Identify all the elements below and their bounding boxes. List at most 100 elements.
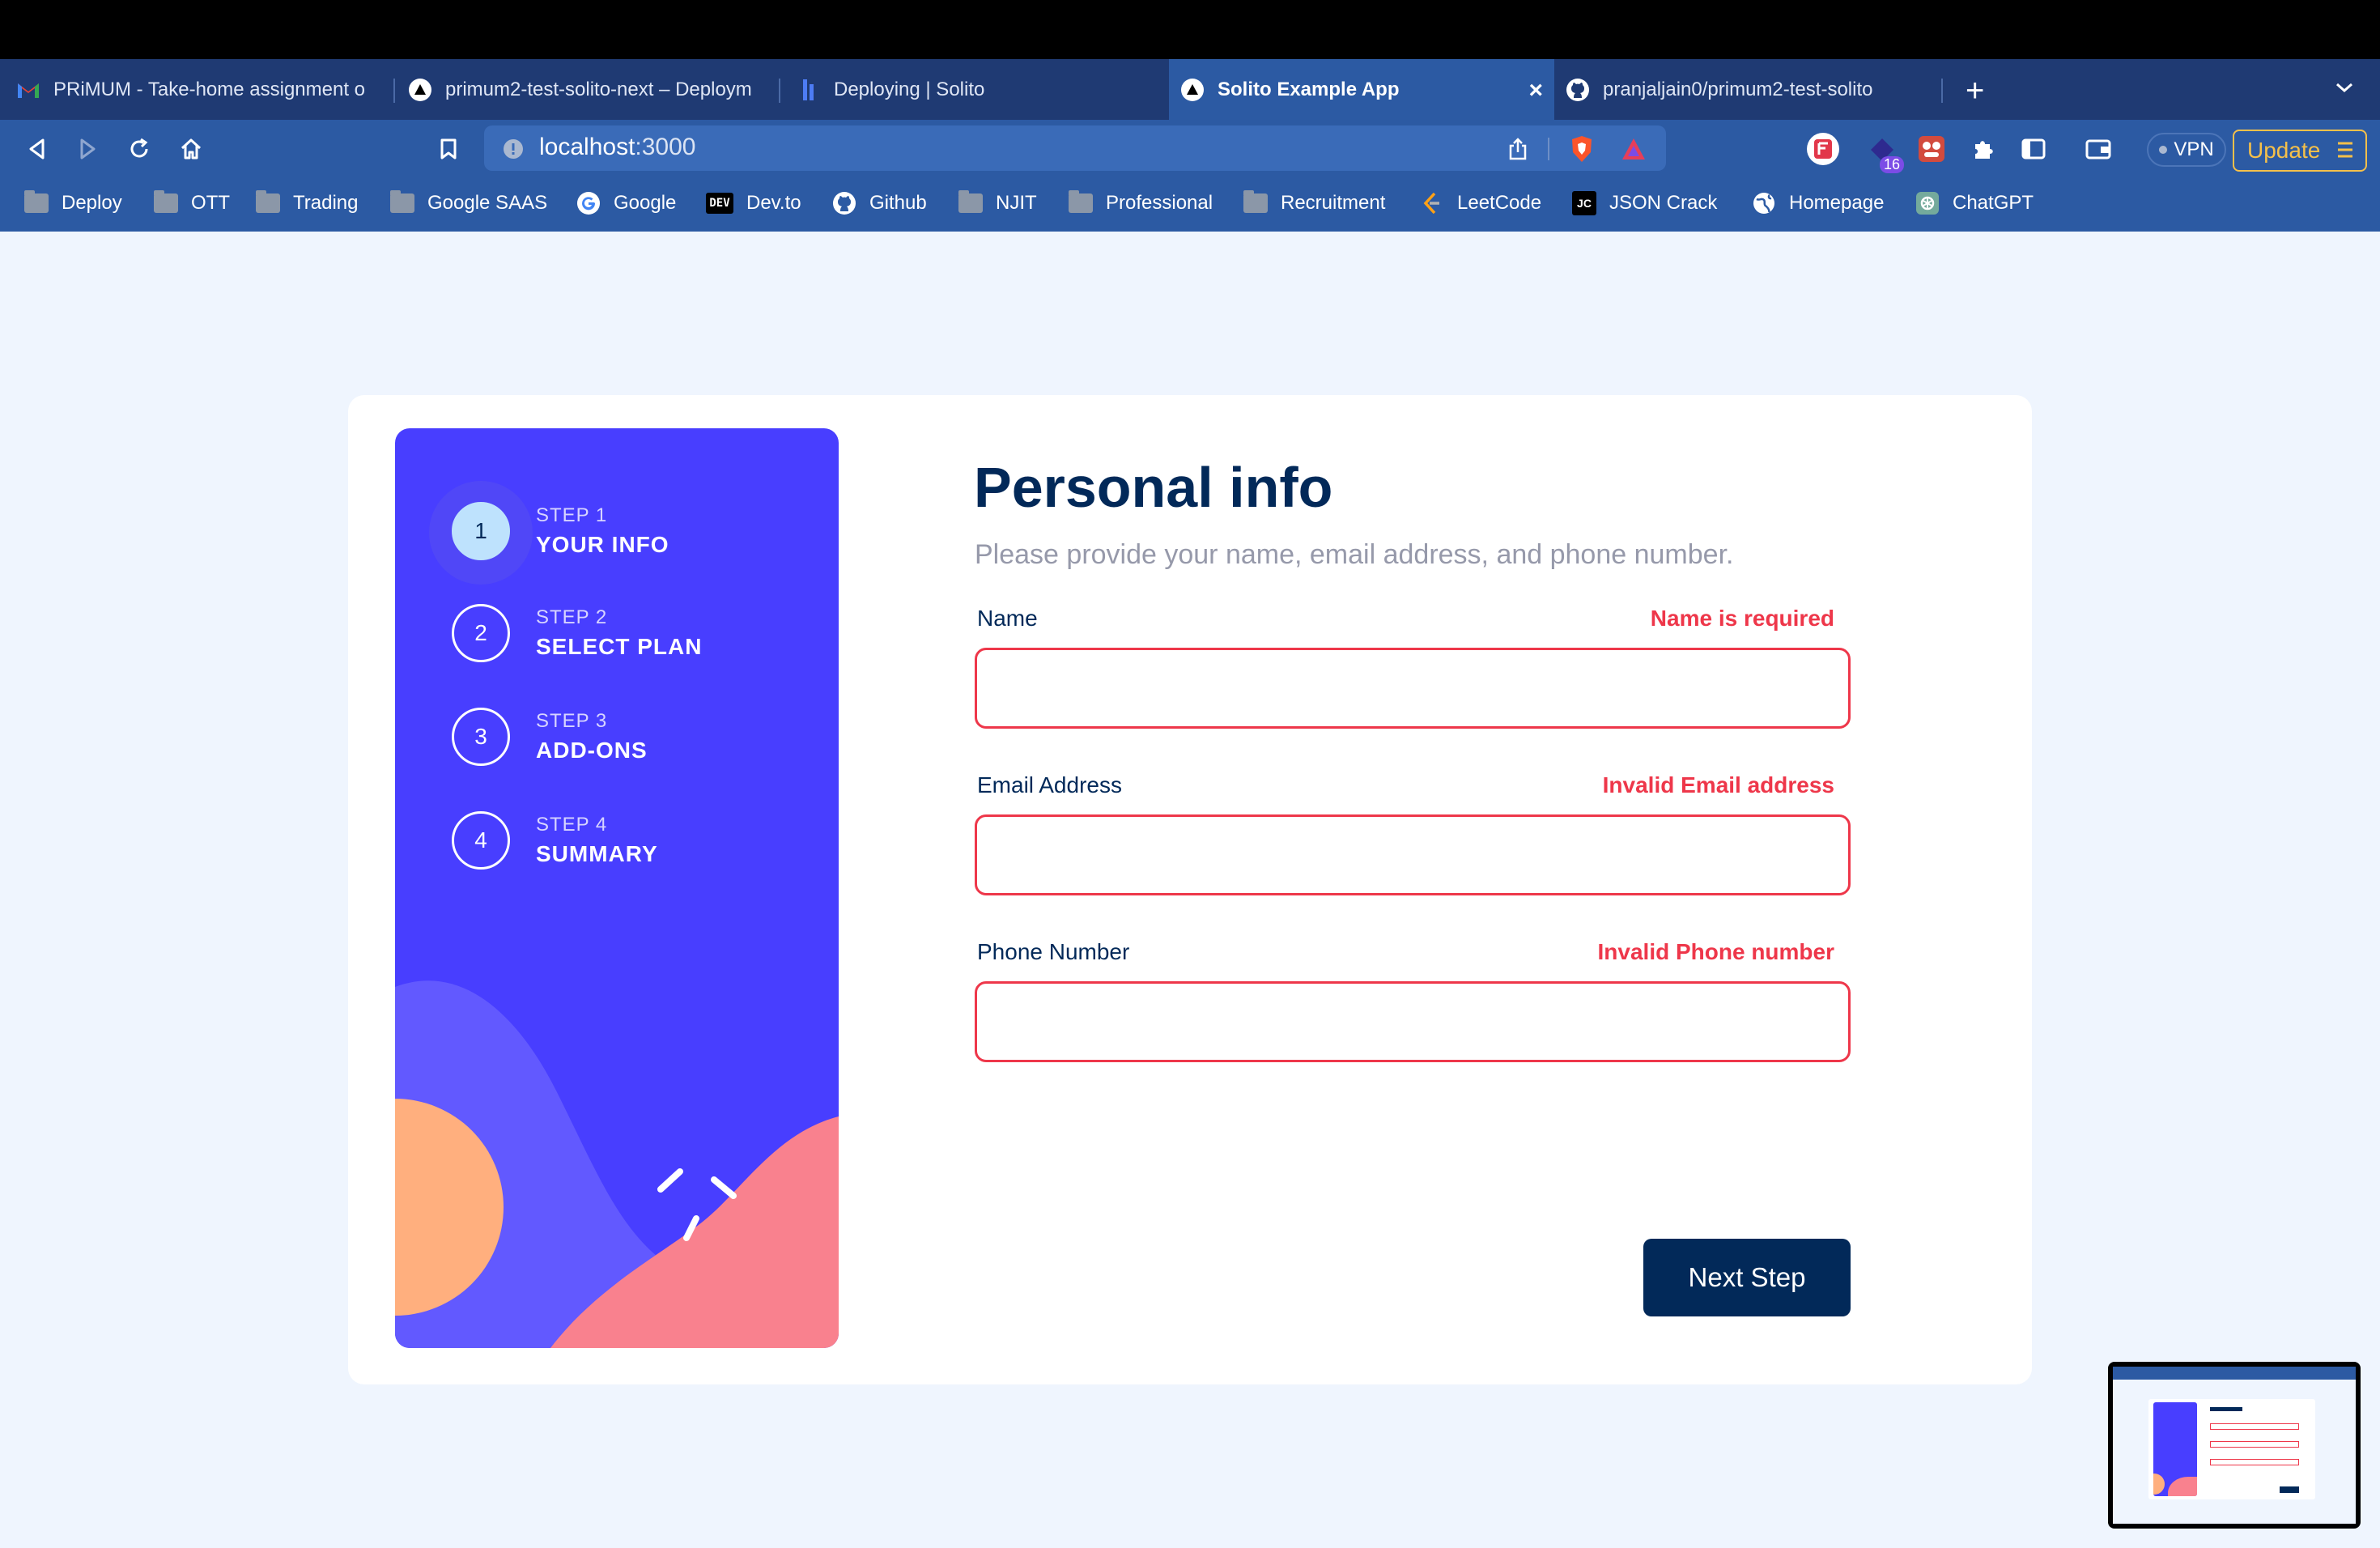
folder-icon — [154, 190, 178, 215]
update-label: Update — [2247, 138, 2321, 163]
url-port: :3000 — [635, 134, 696, 160]
tab-title: primum2-test-solito-next – Deploym — [445, 78, 752, 100]
tab-github-repo[interactable]: pranjaljain0/primum2-test-solito — [1566, 59, 1906, 120]
tab-title: PRiMUM - Take-home assignment o — [53, 78, 366, 100]
step-caption: STEP 3 — [536, 710, 608, 732]
phone-label: Phone Number — [977, 939, 1130, 964]
bookmark-label: Recruitment — [1281, 192, 1386, 214]
bookmark-label: JSON Crack — [1609, 192, 1718, 214]
step-number-circle: 2 — [452, 604, 510, 662]
brave-rewards-icon[interactable] — [1617, 133, 1650, 165]
tab-solito-example[interactable]: Solito Example App × — [1169, 59, 1554, 120]
extension-red-icon[interactable] — [1804, 130, 1842, 168]
solito-icon — [797, 78, 821, 102]
tab-title: Deploying | Solito — [834, 78, 985, 100]
site-info-icon[interactable] — [500, 136, 526, 162]
folder-icon — [24, 190, 49, 215]
bookmark-label: Homepage — [1789, 192, 1885, 214]
folder-icon — [958, 190, 983, 215]
step-caption: STEP 1 — [536, 504, 608, 526]
bookmark-label: Trading — [293, 192, 359, 214]
chatgpt-icon — [1915, 191, 1940, 215]
screenshot-preview-thumbnail[interactable] — [2108, 1362, 2361, 1529]
bookmark-devto[interactable]: DEV Dev.to — [706, 187, 801, 219]
screen-top-bar — [0, 0, 2380, 59]
new-tab-button[interactable]: + — [1966, 74, 1984, 107]
bookmark-label: Deploy — [62, 192, 122, 214]
step-name: SUMMARY — [536, 841, 658, 866]
step-item-2[interactable]: 2 STEP 2 SELECT PLAN — [452, 604, 702, 662]
bookmark-deploy[interactable]: Deploy — [24, 187, 122, 219]
step-item-4[interactable]: 4 STEP 4 SUMMARY — [452, 811, 658, 870]
bookmark-recruitment[interactable]: Recruitment — [1243, 187, 1385, 219]
bookmark-ott[interactable]: OTT — [154, 187, 230, 219]
extensions-puzzle-icon[interactable] — [1967, 133, 2000, 165]
url-text[interactable]: localhost:3000 — [539, 134, 695, 161]
hamburger-menu-icon — [2336, 139, 2354, 166]
forward-icon[interactable] — [73, 134, 102, 164]
folder-icon — [1069, 190, 1093, 215]
brave-shields-icon[interactable] — [1566, 133, 1598, 165]
tab-title: Solito Example App — [1218, 78, 1400, 100]
extension-badge-count: 16 — [1879, 156, 1904, 173]
bookmark-trading[interactable]: Trading — [256, 187, 358, 219]
step-item-3[interactable]: 3 STEP 3 ADD-ONS — [452, 708, 648, 766]
url-host: localhost — [539, 134, 635, 160]
bookmark-icon[interactable] — [434, 134, 463, 164]
bookmark-google[interactable]: Google — [576, 187, 676, 219]
tab-separator — [393, 79, 395, 103]
step-item-1[interactable]: 1 STEP 1 YOUR INFO — [452, 502, 669, 560]
bookmark-json-crack[interactable]: JC JSON Crack — [1572, 187, 1717, 219]
bookmark-njit[interactable]: NJIT — [958, 187, 1037, 219]
bookmark-label: LeetCode — [1457, 192, 1542, 214]
bookmark-chatgpt[interactable]: ChatGPT — [1915, 187, 2034, 219]
name-label: Name — [977, 606, 1038, 631]
step-name: YOUR INFO — [536, 532, 669, 557]
tab-search-chevron-icon[interactable] — [2335, 81, 2354, 98]
sidebar-toggle-icon[interactable] — [2017, 133, 2050, 165]
folder-icon — [1243, 190, 1268, 215]
close-tab-icon[interactable]: × — [1528, 77, 1543, 104]
folder-icon — [256, 190, 280, 215]
tab-title: pranjaljain0/primum2-test-solito — [1603, 78, 1873, 100]
bookmark-label: ChatGPT — [1953, 192, 2034, 214]
tab-solito-docs[interactable]: Deploying | Solito — [797, 59, 1153, 120]
bookmark-homepage[interactable]: Homepage — [1752, 187, 1884, 219]
tab-vercel-deploy[interactable]: primum2-test-solito-next – Deploym — [408, 59, 774, 120]
email-input[interactable] — [975, 814, 1851, 895]
step-number-circle: 1 — [452, 502, 510, 560]
bookmark-github[interactable]: Github — [832, 187, 927, 219]
share-icon[interactable] — [1504, 134, 1532, 164]
jsoncrack-icon: JC — [1572, 191, 1596, 215]
bookmark-google-saas[interactable]: Google SAAS — [390, 187, 547, 219]
step-caption: STEP 2 — [536, 606, 608, 628]
extension-badge-icon[interactable]: 16 — [1860, 130, 1904, 173]
vpn-button[interactable]: VPN — [2147, 133, 2226, 167]
email-error: Invalid Email address — [1602, 772, 1834, 797]
page-subtitle: Please provide your name, email address,… — [975, 539, 1734, 570]
step-name: ADD-ONS — [536, 738, 648, 763]
step-number-circle: 3 — [452, 708, 510, 766]
phone-input[interactable] — [975, 981, 1851, 1062]
bookmark-label: NJIT — [996, 192, 1037, 214]
devto-icon: DEV — [706, 193, 733, 214]
next-step-button[interactable]: Next Step — [1643, 1239, 1851, 1316]
gmail-icon — [16, 78, 40, 102]
wallet-icon[interactable] — [2080, 133, 2116, 165]
bookmark-label: Google SAAS — [427, 192, 548, 214]
bookmark-label: Professional — [1106, 192, 1213, 214]
bookmark-professional[interactable]: Professional — [1069, 187, 1213, 219]
tab-separator — [779, 79, 780, 103]
name-input[interactable] — [975, 648, 1851, 729]
reload-icon[interactable] — [125, 134, 154, 164]
update-button[interactable]: Update — [2233, 130, 2367, 172]
back-icon[interactable] — [23, 134, 52, 164]
bookmark-label: OTT — [191, 192, 230, 214]
bookmark-label: Github — [869, 192, 927, 214]
extension-game-icon[interactable] — [1914, 131, 1949, 167]
bookmark-leetcode[interactable]: LeetCode — [1420, 187, 1541, 219]
folder-icon — [390, 190, 414, 215]
vpn-status-dot — [2159, 146, 2168, 154]
home-icon[interactable] — [176, 134, 206, 164]
tab-gmail[interactable]: PRiMUM - Take-home assignment o — [16, 59, 389, 120]
